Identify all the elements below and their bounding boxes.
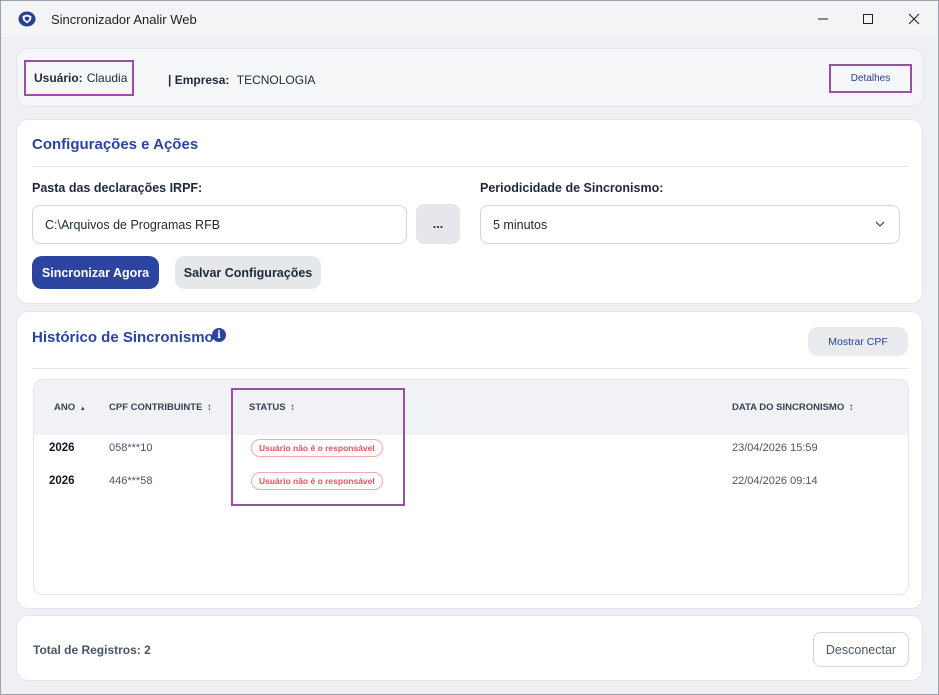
company-label: | Empresa: (168, 73, 230, 87)
history-table: ANO ▲ CPF CONTRIBUINTE ↕ STATUS ↕ DATA D… (33, 379, 909, 595)
folder-path-input[interactable]: C:\Arquivos de Programas RFB (32, 205, 407, 244)
user-info-card: Usuário: Claudia | Empresa: TECNOLOGIA D… (16, 48, 924, 107)
details-button[interactable]: Detalhes (829, 64, 912, 93)
close-button[interactable] (891, 1, 937, 37)
cell-cpf: 446***58 (109, 475, 153, 487)
total-records: Total de Registros: 2 (33, 643, 151, 657)
maximize-button[interactable] (845, 1, 891, 37)
history-card: Histórico de Sincronismo i Mostrar CPF A… (16, 311, 923, 609)
info-icon[interactable]: i (212, 328, 226, 342)
cell-date: 22/04/2026 09:14 (732, 475, 818, 487)
user-label: Usuário: (34, 71, 83, 85)
chevron-down-icon (875, 221, 885, 227)
period-selected-value: 5 minutos (493, 217, 548, 232)
company-name: TECNOLOGIA (236, 73, 316, 87)
sync-now-button[interactable]: Sincronizar Agora (32, 256, 159, 289)
config-divider (32, 166, 909, 167)
cell-date: 23/04/2026 15:59 (732, 442, 818, 454)
browse-folder-button[interactable]: ... (416, 204, 460, 244)
close-icon (908, 13, 920, 25)
footer-card: Total de Registros: 2 Desconectar (16, 615, 923, 681)
sort-icon: ↕ (848, 402, 854, 413)
sort-icon: ↕ (207, 402, 212, 413)
minimize-icon (818, 18, 828, 20)
config-title: Configurações e Ações (32, 136, 199, 153)
history-title: Histórico de Sincronismo (32, 329, 214, 346)
status-column-highlight (231, 388, 405, 506)
maximize-icon (863, 14, 873, 24)
user-info-highlight: Usuário: Claudia (24, 60, 134, 96)
shield-logo-icon (18, 11, 36, 27)
save-settings-button[interactable]: Salvar Configurações (175, 256, 321, 289)
company-info: | Empresa: TECNOLOGIA (168, 73, 315, 87)
cell-cpf: 058***10 (109, 442, 153, 454)
column-year-label: ANO (54, 402, 76, 413)
window-title: Sincronizador Analir Web (51, 12, 197, 27)
show-cpf-button[interactable]: Mostrar CPF (808, 327, 908, 356)
sort-asc-icon: ▲ (79, 406, 86, 412)
disconnect-button[interactable]: Desconectar (813, 632, 909, 667)
config-card: Configurações e Ações Pasta das declaraç… (16, 119, 923, 304)
column-header-cpf[interactable]: CPF CONTRIBUINTE ↕ (109, 402, 212, 413)
column-date-label: DATA DO SINCRONISMO (732, 402, 845, 413)
period-select[interactable]: 5 minutos (480, 205, 900, 244)
table-header: ANO ▲ CPF CONTRIBUINTE ↕ STATUS ↕ DATA D… (34, 380, 908, 435)
user-name: Claudia (86, 71, 128, 85)
app-window: Sincronizador Analir Web Usuário: Claudi… (0, 0, 939, 695)
column-cpf-label: CPF CONTRIBUINTE (109, 402, 203, 413)
period-label: Periodicidade de Sincronismo: (480, 181, 664, 195)
column-header-year[interactable]: ANO ▲ (54, 402, 86, 413)
cell-year: 2026 (49, 442, 75, 454)
cell-year: 2026 (49, 475, 75, 487)
history-divider (32, 368, 909, 369)
minimize-button[interactable] (800, 1, 846, 37)
title-bar: Sincronizador Analir Web (1, 1, 938, 37)
column-header-date[interactable]: DATA DO SINCRONISMO ↕ (732, 402, 854, 413)
folder-label: Pasta das declarações IRPF: (32, 181, 203, 195)
